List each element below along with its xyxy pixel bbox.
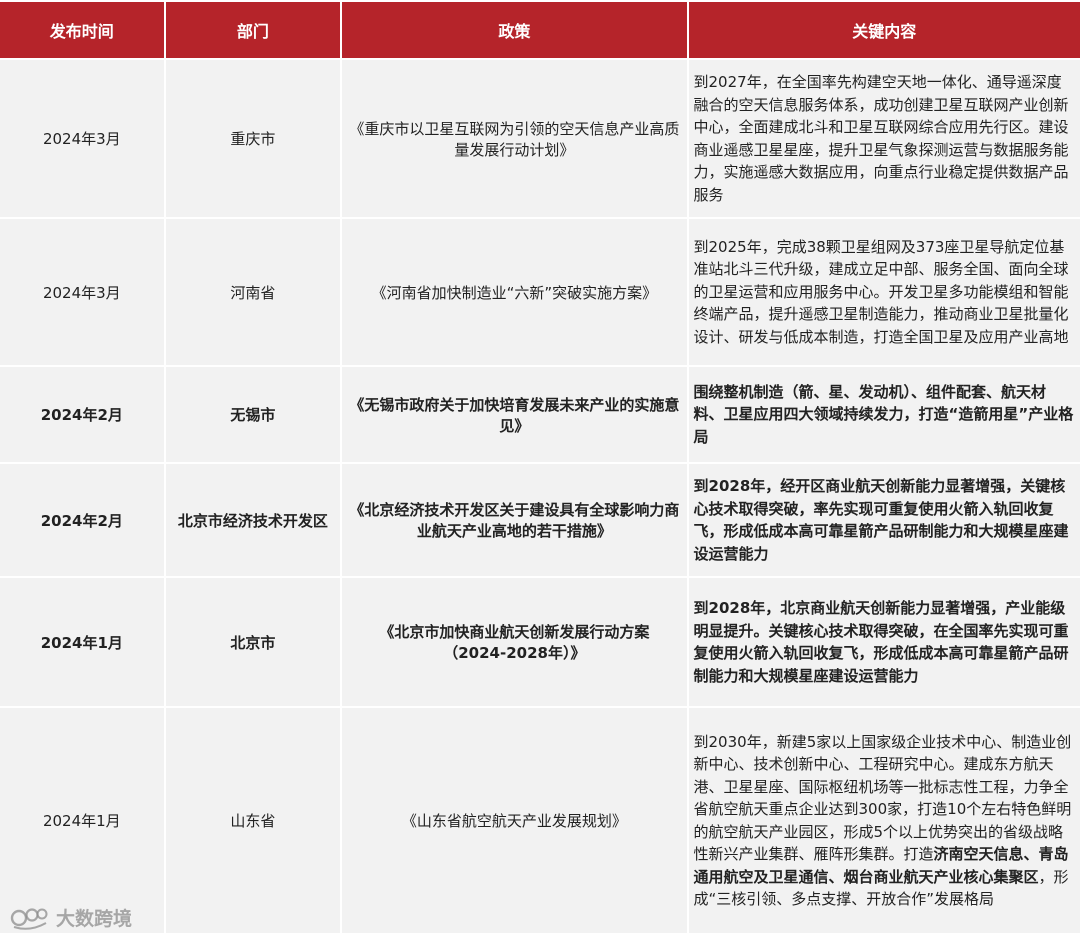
row-department: 河南省 <box>165 219 341 365</box>
row-date: 2024年3月 <box>0 219 164 365</box>
row-policy: 《北京经济技术开发区关于建设具有全球影响力商业航天产业高地的若干措施》 <box>342 464 687 576</box>
row-policy: 《山东省航空航天产业发展规划》 <box>342 708 687 933</box>
row-department: 重庆市 <box>165 60 341 217</box>
row-policy: 《河南省加快制造业“六新”突破实施方案》 <box>342 219 687 365</box>
header-key-content: 关键内容 <box>688 2 1080 58</box>
policy-table: 发布时间 部门 政策 关键内容 2024年3月 重庆市 《重庆市以卫星互联网为引… <box>0 0 1080 935</box>
row-date: 2024年1月 <box>0 708 164 933</box>
table-header-row: 发布时间 部门 政策 关键内容 <box>0 2 1080 58</box>
row-department: 无锡市 <box>165 367 341 462</box>
row-date: 2024年1月 <box>0 578 164 706</box>
content-text: 到2030年，新建5家以上国家级企业技术中心、制造业创新中心、技术创新中心、工程… <box>693 732 1072 864</box>
header-date: 发布时间 <box>0 2 164 58</box>
dashuju-logo-icon <box>10 905 50 931</box>
table-row: 2024年1月 北京市 《北京市加快商业航天创新发展行动方案（2024-2028… <box>0 578 1080 706</box>
row-key-content: 到2025年，完成38颗卫星组网及373座卫星导航定位基准站北斗三代升级，建成立… <box>688 219 1080 365</box>
header-policy: 政策 <box>342 2 687 58</box>
row-key-content: 到2027年，在全国率先构建空天地一体化、通导遥深度融合的空天信息服务体系，成功… <box>688 60 1080 217</box>
header-department: 部门 <box>165 2 341 58</box>
row-key-content: 到2028年，经开区商业航天创新能力显著增强，关键核心技术取得突破，率先实现可重… <box>688 464 1080 576</box>
table-row: 2024年1月 山东省 《山东省航空航天产业发展规划》 到2030年，新建5家以… <box>0 708 1080 933</box>
table-row: 2024年3月 重庆市 《重庆市以卫星互联网为引领的空天信息产业高质量发展行动计… <box>0 60 1080 217</box>
table-row: 2024年2月 无锡市 《无锡市政府关于加快培育发展未来产业的实施意见》 围绕整… <box>0 367 1080 462</box>
row-key-content: 围绕整机制造（箭、星、发动机）、组件配套、航天材料、卫星应用四大领域持续发力，打… <box>688 367 1080 462</box>
row-department: 山东省 <box>165 708 341 933</box>
row-date: 2024年3月 <box>0 60 164 217</box>
row-department: 北京市 <box>165 578 341 706</box>
row-department: 北京市经济技术开发区 <box>165 464 341 576</box>
table-row: 2024年2月 北京市经济技术开发区 《北京经济技术开发区关于建设具有全球影响力… <box>0 464 1080 576</box>
row-policy: 《重庆市以卫星互联网为引领的空天信息产业高质量发展行动计划》 <box>342 60 687 217</box>
row-policy: 《北京市加快商业航天创新发展行动方案（2024-2028年）》 <box>342 578 687 706</box>
watermark-text: 大数跨境 <box>56 908 133 930</box>
row-date: 2024年2月 <box>0 367 164 462</box>
table-row: 2024年3月 河南省 《河南省加快制造业“六新”突破实施方案》 到2025年，… <box>0 219 1080 365</box>
row-date: 2024年2月 <box>0 464 164 576</box>
row-key-content: 到2030年，新建5家以上国家级企业技术中心、制造业创新中心、技术创新中心、工程… <box>688 708 1080 933</box>
row-policy: 《无锡市政府关于加快培育发展未来产业的实施意见》 <box>342 367 687 462</box>
watermark: 大数跨境 <box>10 904 132 931</box>
row-key-content: 到2028年，北京商业航天创新能力显著增强，产业能级明显提升。关键核心技术取得突… <box>688 578 1080 706</box>
